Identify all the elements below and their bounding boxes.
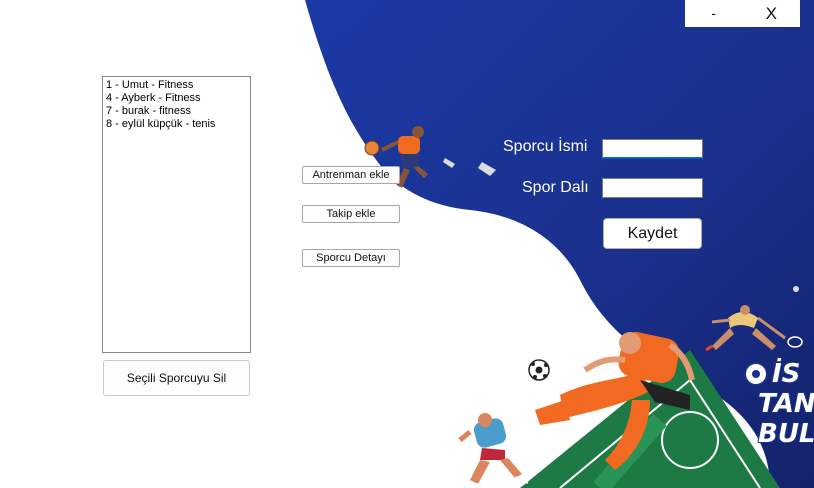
window-controls: - X (685, 0, 800, 27)
list-item[interactable]: 1 - Umut - Fitness (106, 79, 247, 92)
list-item[interactable]: 4 - Ayberk - Fitness (106, 92, 247, 105)
athlete-detail-button[interactable]: Sporcu Detayı (302, 249, 400, 267)
istanbul-logo: İS TAN BUL (744, 359, 814, 452)
list-item[interactable]: 8 - eylül küpçük - tenis (106, 118, 247, 131)
logo-text-line1: İS (772, 359, 801, 389)
delete-selected-athlete-button[interactable]: Seçili Sporcuyu Sil (103, 360, 250, 396)
minimize-button[interactable]: - (685, 0, 743, 27)
add-follow-button[interactable]: Takip ekle (302, 205, 400, 223)
close-button[interactable]: X (743, 0, 801, 27)
runner-illustration (458, 413, 529, 488)
evil-eye-icon (744, 362, 768, 386)
save-button[interactable]: Kaydet (603, 218, 702, 249)
athlete-name-input[interactable] (602, 139, 703, 159)
list-item[interactable]: 7 - burak - fitness (106, 105, 247, 118)
add-training-button[interactable]: Antrenman ekle (302, 166, 400, 184)
logo-text-line2: TAN (758, 389, 814, 419)
athlete-listbox[interactable]: 1 - Umut - Fitness 4 - Ayberk - Fitness … (102, 76, 251, 353)
soccer-ball-icon (528, 359, 550, 381)
sport-branch-input[interactable] (602, 178, 703, 198)
logo-text-line3: BUL (758, 419, 814, 449)
sport-branch-label: Spor Dalı (522, 179, 589, 196)
athlete-name-label: Sporcu İsmi (503, 138, 588, 155)
